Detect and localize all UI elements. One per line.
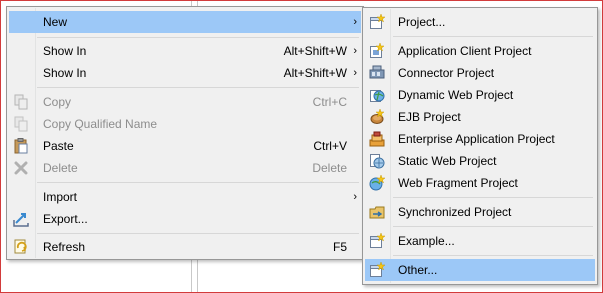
menu-item-label: Synchronized Project [398,205,512,219]
connector-project-icon [369,65,385,81]
menu-item-show-in[interactable]: Show In Alt+Shift+W › [9,40,361,62]
menu-item-label: EJB Project [398,110,461,124]
menu-item-label: Example... [398,234,455,248]
menu-item-label: Copy Qualified Name [43,117,158,131]
menu-item-label: Application Client Project [398,44,532,58]
delete-icon [13,160,29,176]
menu-item-copy[interactable]: Copy Ctrl+C [9,91,361,113]
menu-item-enterprise-application-project[interactable]: Enterprise Application Project [365,128,595,150]
menu-separator [393,36,593,37]
submenu-arrow-icon: › [353,16,357,28]
menu-item-delete[interactable]: Delete Delete [9,157,361,179]
new-submenu: Project... Application Client Project Co… [362,7,598,285]
menu-item-label: Copy [43,95,72,109]
menu-item-copy-qualified-name[interactable]: Copy Qualified Name [9,113,361,135]
menu-item-label: Static Web Project [398,154,497,168]
refresh-icon [13,239,29,255]
enterprise-application-project-icon [369,131,385,147]
menu-item-shortcut: Delete [312,161,347,175]
menu-item-dynamic-web-project[interactable]: Dynamic Web Project [365,84,595,106]
submenu-arrow-icon: › [353,45,357,57]
menu-separator [393,226,593,227]
menu-item-label: Import [43,190,78,204]
menu-separator [37,233,359,234]
menu-item-project[interactable]: Project... [365,11,595,33]
ejb-project-icon [369,109,385,125]
menu-item-show-in[interactable]: Show In Alt+Shift+W › [9,62,361,84]
copy-qualified-name-icon [13,116,29,132]
menu-item-label: Other... [398,263,438,277]
menu-item-label: Dynamic Web Project [398,88,514,102]
menu-item-label: New [43,15,68,29]
paste-icon [13,138,29,154]
menu-item-connector-project[interactable]: Connector Project [365,62,595,84]
menu-item-synchronized-project[interactable]: Synchronized Project [365,201,595,223]
menu-item-import[interactable]: Import › [9,186,361,208]
menu-item-shortcut: Alt+Shift+W [283,44,347,58]
copy-icon [13,94,29,110]
submenu-arrow-icon: › [353,191,357,203]
submenu-arrow-icon: › [353,67,357,79]
menu-item-label: Project... [398,15,446,29]
menu-separator [393,255,593,256]
menu-item-label: Web Fragment Project [398,176,518,190]
menu-item-shortcut: Ctrl+V [313,139,347,153]
application-client-project-icon [369,43,385,59]
menu-item-shortcut: F5 [332,240,347,254]
dynamic-web-project-icon [369,87,385,103]
example-icon [369,233,385,249]
menu-item-shortcut: Alt+Shift+W [283,66,347,80]
menu-item-label: Show In [43,66,87,80]
static-web-project-icon [369,153,385,169]
menu-item-label: Enterprise Application Project [398,132,555,146]
menu-item-application-client-project[interactable]: Application Client Project [365,40,595,62]
menu-item-refresh[interactable]: Refresh F5 [9,236,361,258]
context-menu: New › Show In Alt+Shift+W › Show In Alt+… [6,6,364,260]
menu-separator [393,197,593,198]
menu-separator [37,182,359,183]
menu-item-export[interactable]: Export... [9,208,361,230]
menu-item-static-web-project[interactable]: Static Web Project [365,150,595,172]
menu-item-label: Delete [43,161,78,175]
menu-item-label: Paste [43,139,74,153]
menu-item-ejb-project[interactable]: EJB Project [365,106,595,128]
menu-item-other[interactable]: Other... [365,259,595,281]
export-icon [13,211,29,227]
menu-item-label: Export... [43,212,88,226]
menu-item-new[interactable]: New › [9,11,361,33]
menu-item-paste[interactable]: Paste Ctrl+V [9,135,361,157]
menu-item-web-fragment-project[interactable]: Web Fragment Project [365,172,595,194]
menu-item-example[interactable]: Example... [365,230,595,252]
menu-item-shortcut: Ctrl+C [312,95,347,109]
web-fragment-project-icon [369,175,385,191]
new-project-icon [369,14,385,30]
menu-item-label: Show In [43,44,87,58]
menu-separator [37,37,359,38]
other-wizard-icon [369,262,385,278]
menu-item-label: Refresh [43,240,86,254]
synchronized-project-icon [369,204,385,220]
menu-item-label: Connector Project [398,66,495,80]
menu-separator [37,87,359,88]
